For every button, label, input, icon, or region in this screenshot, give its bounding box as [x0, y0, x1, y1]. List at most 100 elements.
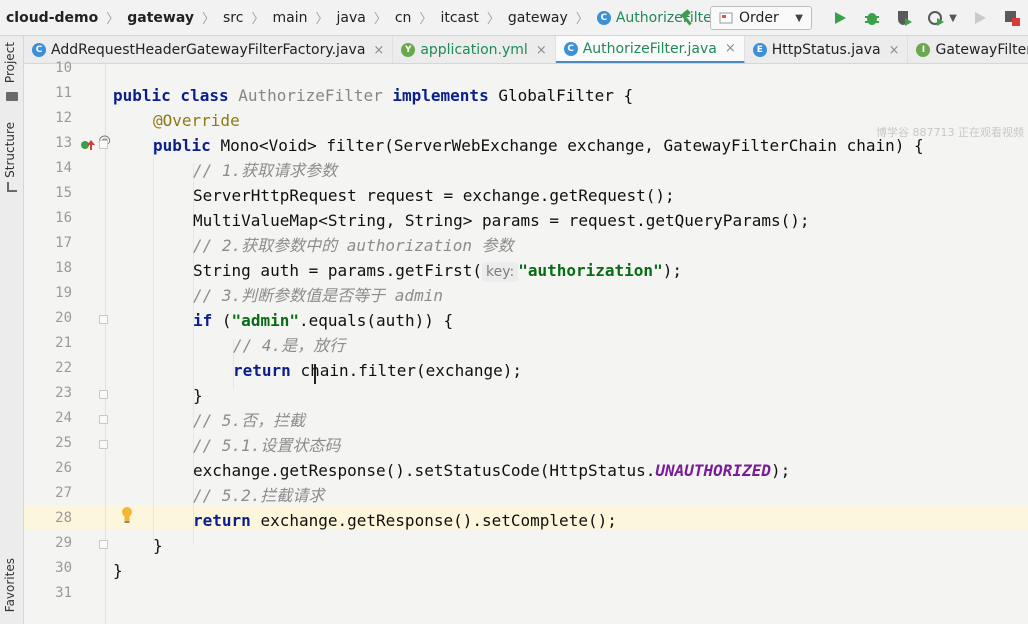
favorites-tool-window-button[interactable]: Favorites	[3, 558, 17, 612]
code-token: (	[221, 311, 232, 330]
code-line-18: String auth = params.getFirst(key: "autho…	[193, 258, 1028, 283]
breadcrumb-cn[interactable]: cn	[393, 10, 414, 26]
keyword-token: implements	[382, 86, 499, 105]
debug-button[interactable]	[856, 0, 888, 35]
run-button[interactable]	[824, 0, 856, 35]
code-token: MultiValueMap<String, String> params = r…	[193, 211, 810, 230]
close-icon[interactable]: ×	[536, 43, 547, 58]
close-icon[interactable]: ×	[889, 43, 900, 58]
chevron-right-icon: 〉	[373, 12, 387, 27]
tab-label: AddRequestHeaderGatewayFilterFactory.jav…	[51, 42, 366, 58]
run-configuration-label: Order	[739, 10, 779, 26]
keyword-token: if	[193, 311, 222, 330]
tab-application-yml[interactable]: Y application.yml ×	[393, 36, 556, 63]
tab-label: application.yml	[420, 42, 528, 58]
tab-gateway-filter[interactable]: I GatewayFilter.java ×	[908, 36, 1028, 63]
breadcrumb-src[interactable]: src	[221, 10, 245, 26]
profile-button[interactable]: ▼	[920, 0, 964, 35]
parameter-hint: key:	[481, 262, 519, 282]
tab-label: GatewayFilter.java	[935, 42, 1028, 58]
class-file-icon: C	[563, 41, 578, 56]
code-token: .equals(auth)) {	[298, 311, 454, 330]
breadcrumb-module[interactable]: gateway	[125, 10, 196, 26]
code-line-25: // 5.1.设置状态码	[193, 433, 1028, 458]
tab-label: AuthorizeFilter.java	[582, 40, 717, 57]
code-line-13: public Mono<Void> filter(ServerWebExchan…	[153, 133, 1028, 158]
line-number: 10	[55, 60, 72, 76]
stop-icon	[1005, 11, 1020, 26]
breadcrumb-label: main	[272, 9, 308, 26]
code-token: chain.filter(exchange);	[300, 361, 522, 380]
line-number: 20	[55, 310, 72, 326]
breadcrumb-java[interactable]: java	[334, 10, 367, 26]
coverage-button[interactable]	[888, 0, 920, 35]
comment-token: // 2.获取参数中的 authorization 参数	[193, 236, 514, 255]
keyword-token: return	[233, 361, 301, 380]
constant-token: UNAUTHORIZED	[655, 461, 771, 480]
code-line-19: // 3.判断参数值是否等于 admin	[193, 283, 1028, 308]
hammer-icon	[680, 9, 692, 26]
code-token: );	[770, 461, 791, 480]
code-line-28: return exchange.getResponse().setComplet…	[193, 508, 1028, 533]
code-token: String auth = params.getFirst(	[193, 261, 482, 280]
code-token: Mono<Void> filter(ServerWebExchange exch…	[220, 136, 924, 155]
line-number: 22	[55, 360, 72, 376]
comment-token: // 1.获取请求参数	[193, 161, 338, 180]
structure-label: Structure	[3, 122, 17, 178]
line-number: 12	[55, 110, 72, 126]
implements-method-icon[interactable]	[80, 138, 96, 152]
build-hammer-button[interactable]	[672, 0, 704, 35]
run-icon	[835, 12, 846, 24]
class-file-icon: C	[32, 43, 46, 57]
structure-icon	[7, 182, 17, 192]
tab-http-status[interactable]: E HttpStatus.java ×	[745, 36, 909, 63]
code-token: GlobalFilter {	[498, 86, 634, 105]
breadcrumb-label: gateway	[127, 9, 194, 26]
editor-gutter: 10 11 12 13 14 15 16 17 18 19 20 21 22 2…	[24, 60, 132, 624]
breadcrumb-label: cloud-demo	[6, 9, 99, 26]
text-cursor	[314, 364, 316, 384]
toolbar: Order ▼ ▼	[672, 0, 1028, 35]
code-line-24: // 5.否，拦截	[193, 408, 1028, 433]
code-editor[interactable]: 博学谷 887713 正在观看视频 public class Authorize…	[106, 64, 1028, 624]
line-number: 21	[55, 335, 72, 351]
stop-button[interactable]	[996, 0, 1028, 35]
tab-label: HttpStatus.java	[771, 42, 881, 58]
line-number: 31	[55, 585, 72, 601]
line-number: 13	[55, 135, 72, 151]
breadcrumb-project[interactable]: cloud-demo	[4, 10, 100, 26]
line-number: 11	[55, 85, 72, 101]
breadcrumb-itcast[interactable]: itcast	[438, 10, 480, 26]
indent-guide	[153, 139, 154, 544]
line-number: 18	[55, 260, 72, 276]
chevron-down-icon: ▼	[795, 12, 803, 24]
line-number: 14	[55, 160, 72, 176]
line-number: 30	[55, 560, 72, 576]
class-name-token: AuthorizeFilter	[238, 86, 383, 105]
chevron-right-icon: 〉	[575, 12, 589, 27]
tab-add-request-header-factory[interactable]: C AddRequestHeaderGatewayFilterFactory.j…	[24, 36, 394, 63]
close-icon[interactable]: ×	[373, 43, 384, 58]
tab-authorize-filter[interactable]: C AuthorizeFilter.java ×	[555, 36, 745, 63]
run-configuration-select[interactable]: Order ▼	[710, 6, 812, 30]
code-line-21: // 4.是，放行	[233, 333, 1028, 358]
folder-icon	[6, 92, 18, 101]
chevron-down-icon: ▼	[949, 12, 957, 24]
line-number: 19	[55, 285, 72, 301]
structure-tool-window-button[interactable]: Structure	[3, 122, 17, 178]
keyword-token: public class	[113, 86, 239, 105]
navigation-bar: cloud-demo 〉 gateway 〉 src 〉 main 〉 java…	[0, 0, 1028, 36]
code-line-15: ServerHttpRequest request = exchange.get…	[193, 183, 1028, 208]
code-token: }	[193, 386, 203, 405]
editor-tab-bar: C AddRequestHeaderGatewayFilterFactory.j…	[24, 36, 1028, 64]
breadcrumb-gateway-package[interactable]: gateway	[506, 10, 570, 26]
code-token: }	[153, 536, 163, 555]
code-token: }	[113, 561, 123, 580]
breadcrumb-main[interactable]: main	[270, 10, 309, 26]
comment-token: // 5.1.设置状态码	[193, 436, 341, 455]
code-line-22: return chain.filter(exchange);	[233, 358, 1028, 383]
close-icon[interactable]: ×	[725, 41, 736, 56]
profiler-icon	[928, 11, 945, 26]
line-number: 17	[55, 235, 72, 251]
project-tool-window-button[interactable]: Project	[3, 42, 17, 83]
